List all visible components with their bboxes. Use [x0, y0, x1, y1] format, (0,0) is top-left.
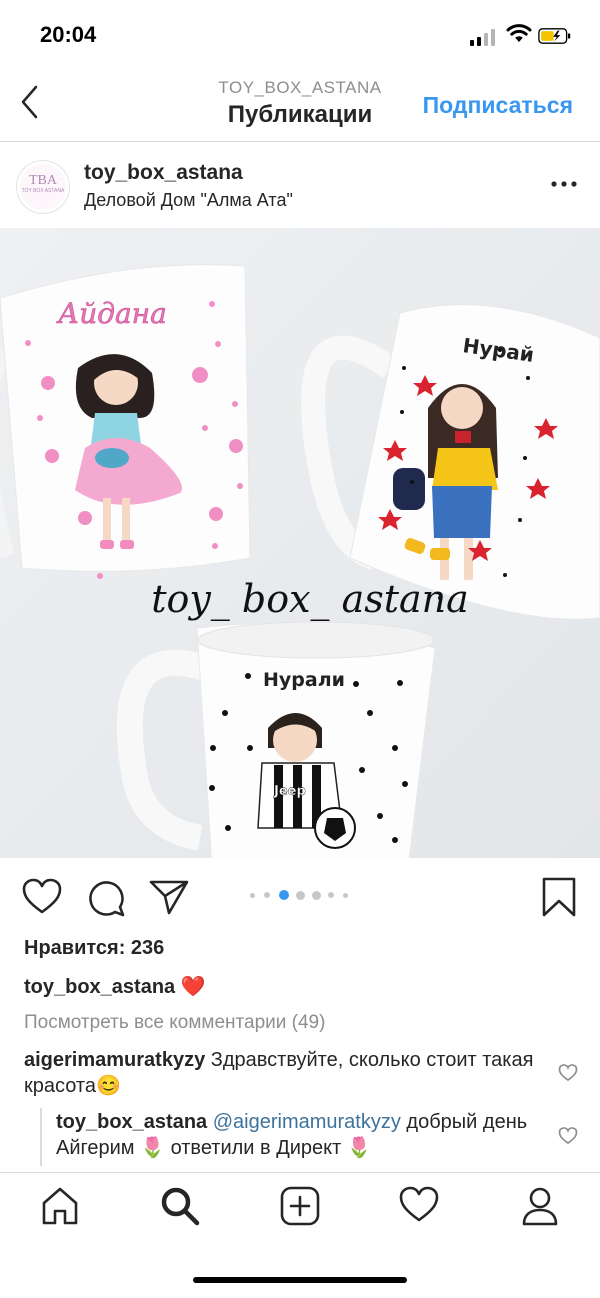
reply-mention[interactable]: @aigerimamuratkyzy: [213, 1111, 401, 1133]
caption-username[interactable]: toy_box_astana: [24, 976, 175, 998]
profile-icon[interactable]: [520, 1186, 560, 1226]
cellular-signal-icon: [470, 28, 498, 46]
smiling-face-emoji: 😊: [95, 1075, 121, 1097]
activity-heart-icon[interactable]: [399, 1186, 439, 1224]
status-time: 20:04: [40, 22, 97, 47]
avatar-logo-text: TBA: [29, 173, 57, 188]
comment-like-icon[interactable]: [558, 1127, 578, 1145]
mug-left: Айдана: [0, 264, 251, 579]
reply-username[interactable]: toy_box_astana: [56, 1111, 207, 1133]
comment-reply-item: toy_box_astana @aigerimamuratkyzy добрый…: [56, 1109, 546, 1161]
image-watermark: toy_ box_ astana: [151, 577, 469, 622]
follow-button[interactable]: Подписаться: [423, 92, 573, 119]
mug-name-left: Айдана: [56, 297, 167, 330]
post-username[interactable]: toy_box_astana: [84, 161, 243, 185]
caption: toy_box_astana ❤️: [24, 974, 206, 999]
mug-name-bottom: Нурали: [263, 669, 345, 691]
tabbar-divider: [0, 1172, 600, 1173]
heart-icon[interactable]: [22, 878, 62, 916]
like-count[interactable]: Нравится: 236: [24, 937, 164, 960]
header-divider: [0, 141, 600, 142]
comment-username[interactable]: aigerimamuratkyzy: [24, 1049, 205, 1071]
avatar-logo-subtext: TOY BOX ASTANA: [21, 188, 65, 194]
comment-like-icon[interactable]: [558, 1064, 578, 1082]
home-indicator: [193, 1277, 407, 1283]
battery-icon: [538, 28, 571, 44]
wifi-icon: [506, 24, 532, 42]
send-icon[interactable]: [148, 878, 190, 916]
reply-text-2: ответили в Директ: [170, 1137, 342, 1159]
add-post-icon[interactable]: [280, 1186, 320, 1226]
post-image[interactable]: Айдана Нурай toy_ box_ astana Нурали Jee…: [0, 228, 600, 858]
comment-icon[interactable]: [86, 878, 126, 918]
view-all-comments-link[interactable]: Посмотреть все комментарии (49): [24, 1012, 325, 1034]
bookmark-icon[interactable]: [541, 876, 577, 918]
post-location[interactable]: Деловой Дом "Алма Ата": [84, 190, 293, 211]
shirt-text: Jeep: [273, 784, 306, 799]
reply-thread-line: [40, 1108, 42, 1166]
search-icon[interactable]: [160, 1186, 200, 1226]
more-options-icon[interactable]: [550, 180, 578, 188]
red-heart-emoji: ❤️: [180, 976, 206, 998]
comment-item: aigerimamuratkyzy Здравствуйте, сколько …: [24, 1047, 534, 1099]
home-icon[interactable]: [40, 1186, 80, 1226]
tulip-emoji: 🌷: [140, 1137, 166, 1159]
avatar[interactable]: TBA TOY BOX ASTANA: [16, 160, 70, 214]
tulip-emoji: 🌷: [346, 1137, 372, 1159]
